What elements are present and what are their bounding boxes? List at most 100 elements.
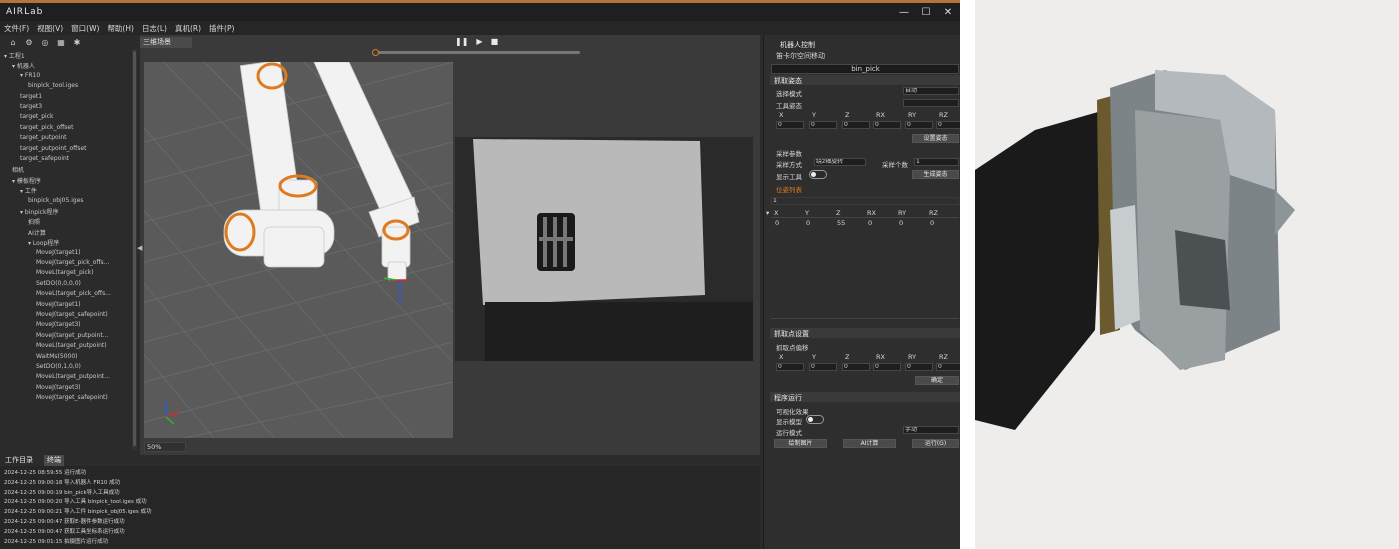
draw-image-button[interactable]: 绘制图片	[774, 439, 827, 448]
play-button[interactable]: ▶	[476, 37, 482, 46]
pose-input-x[interactable]: 0	[776, 121, 804, 129]
tree-item[interactable]: binpick_obj05.iges	[28, 197, 84, 204]
tree-item[interactable]: ▾ Loop程序	[28, 238, 59, 247]
tree-item[interactable]: ▾ FR10	[20, 72, 40, 79]
log-line: 2024-12-25 09:00:47 获取工具坐标系运行成功	[4, 528, 125, 535]
sample-method-dropdown[interactable]: 绕z轴旋转	[814, 158, 866, 166]
sample-count-input[interactable]: 1	[914, 158, 959, 166]
tree-item[interactable]: binpick_tool.iges	[28, 82, 78, 89]
tree-item[interactable]: MoveL(target_pick)	[36, 269, 94, 276]
confirm-button[interactable]: 确定	[915, 376, 959, 385]
settings-icon[interactable]: ✱	[72, 38, 82, 47]
tree-item[interactable]: SetDO(0,1,0,0)	[36, 363, 81, 370]
pose-input-ry[interactable]: 0	[905, 121, 933, 129]
close-icon[interactable]: ✕	[942, 7, 954, 18]
log-line: 2024-12-25 09:00:20 导入工具 binpick_tool.ig…	[4, 499, 147, 506]
tree-item[interactable]: target_putpoint_offset	[20, 145, 86, 152]
minimize-icon[interactable]: —	[898, 7, 910, 18]
tool-pose-field[interactable]	[903, 99, 959, 107]
tree-item[interactable]: ▾ 模板程序	[12, 176, 41, 185]
tree-item[interactable]: MoveJ(target1)	[36, 249, 81, 256]
tree-item[interactable]: MoveL(target_putpoint)	[36, 342, 107, 349]
tree-item[interactable]: 相机	[12, 165, 24, 174]
pose-list-count[interactable]: 1	[771, 197, 959, 205]
tree-item-label: binpick_tool.iges	[28, 82, 79, 90]
pose-input-y[interactable]: 0	[809, 121, 837, 129]
tree-item[interactable]: target1	[20, 93, 42, 100]
tree-item[interactable]: ▾ binpick程序	[20, 207, 58, 216]
tree-item[interactable]: 拍照	[28, 217, 40, 226]
tree-item[interactable]: WaitMs(5000)	[36, 353, 78, 360]
tree-item[interactable]: MoveL(target_pick_offs...	[36, 290, 111, 297]
tab-3d-scene[interactable]: 三维场景	[140, 37, 192, 48]
camera-image-view[interactable]	[455, 137, 753, 361]
tree-item-label: MoveJ(target_safepoint)	[36, 394, 108, 402]
menu-log[interactable]: 日志(L)	[138, 23, 171, 34]
tree-item[interactable]: MoveJ(target_putpoint...	[36, 332, 108, 339]
menu-window[interactable]: 窗口(W)	[67, 23, 103, 34]
tree-item[interactable]: MoveJ(target3)	[36, 384, 81, 391]
tab-terminal[interactable]: 终端	[44, 455, 64, 466]
generate-pose-button[interactable]: 生成姿态	[912, 170, 959, 179]
show-tool-toggle[interactable]	[809, 170, 827, 179]
tree-item[interactable]: target_pick	[20, 113, 54, 120]
tree-item[interactable]: MoveJ(target_safepoint)	[36, 394, 108, 401]
tree-item[interactable]: target_safepoint	[20, 155, 69, 162]
grab-input-x[interactable]: 0	[776, 363, 804, 371]
run-button[interactable]: 运行(G)	[912, 439, 959, 448]
program-select[interactable]: bin_pick	[771, 64, 959, 74]
pose-list-table[interactable]	[771, 217, 959, 319]
menu-real-robot[interactable]: 真机(R)	[171, 23, 205, 34]
section-cartesian[interactable]: 笛卡尔空间移动	[776, 51, 825, 61]
stop-button[interactable]: ■	[491, 37, 499, 46]
target-icon[interactable]: ◎	[40, 38, 50, 47]
run-mode-dropdown[interactable]: 手动	[903, 426, 959, 434]
gear-icon[interactable]: ⚙	[24, 38, 34, 47]
tree-item[interactable]: MoveJ(target3)	[36, 321, 81, 328]
playback-progress-track[interactable]	[375, 51, 580, 54]
pose-input-z[interactable]: 0	[842, 121, 870, 129]
maximize-icon[interactable]: ☐	[920, 7, 932, 18]
menu-plugin[interactable]: 插件(P)	[205, 23, 238, 34]
zoom-select[interactable]: 50%	[144, 442, 186, 452]
show-tool-label: 显示工具	[776, 173, 802, 181]
menu-file[interactable]: 文件(F)	[0, 23, 33, 34]
tree-item[interactable]: ▾ 工件	[20, 186, 37, 195]
select-mode-dropdown[interactable]: 自动	[903, 87, 959, 95]
grid-icon[interactable]: ▦	[56, 38, 66, 47]
tree-item[interactable]: ▾ 工程1	[4, 51, 25, 60]
grab-input-rx[interactable]: 0	[873, 363, 901, 371]
tree-item[interactable]: AI计算	[28, 228, 46, 237]
home-icon[interactable]: ⌂	[8, 38, 18, 47]
splitter-handle-icon[interactable]: ◀	[137, 244, 142, 256]
menu-view[interactable]: 视图(V)	[33, 23, 67, 34]
show-model-toggle[interactable]	[806, 415, 824, 424]
pose-input-rz[interactable]: 0	[936, 121, 960, 129]
grab-input-y[interactable]: 0	[809, 363, 837, 371]
tree-item-label: FR10	[24, 71, 41, 79]
set-pose-button[interactable]: 设置姿态	[912, 134, 959, 143]
list-collapse-icon[interactable]: ▾	[766, 209, 769, 217]
pose-input-rx[interactable]: 0	[873, 121, 901, 129]
3d-viewport[interactable]	[144, 62, 453, 438]
grab-input-ry[interactable]: 0	[905, 363, 933, 371]
tree-item[interactable]: target_pick_offset	[20, 124, 73, 131]
tree-item[interactable]: target_putpoint	[20, 134, 67, 141]
ai-compute-button[interactable]: AI计算	[843, 439, 896, 448]
tab-work-directory[interactable]: 工作目录	[2, 455, 36, 466]
playback-progress-thumb[interactable]	[372, 49, 379, 56]
tree-item[interactable]: SetDO(0,0,0,0)	[36, 280, 81, 287]
tree-item[interactable]: MoveJ(target_pick_offs...	[36, 259, 109, 266]
tree-item[interactable]: target3	[20, 103, 42, 110]
menu-help[interactable]: 帮助(H)	[103, 23, 138, 34]
grab-input-z[interactable]: 0	[842, 363, 870, 371]
grab-axis-label-rx: RX	[876, 353, 885, 361]
tree-item[interactable]: MoveJ(target_safepoint)	[36, 311, 108, 318]
tree-item[interactable]: ▾ 机器人	[12, 61, 35, 70]
tree-item-label: MoveJ(target_pick_offs...	[36, 259, 110, 266]
tree-item[interactable]: MoveL(target_putpoint...	[36, 373, 110, 380]
pause-button[interactable]: ❚❚	[455, 37, 468, 46]
run-mode-label: 运行模式	[776, 429, 802, 437]
tree-item[interactable]: MoveJ(target1)	[36, 301, 81, 308]
grab-input-rz[interactable]: 0	[936, 363, 960, 371]
